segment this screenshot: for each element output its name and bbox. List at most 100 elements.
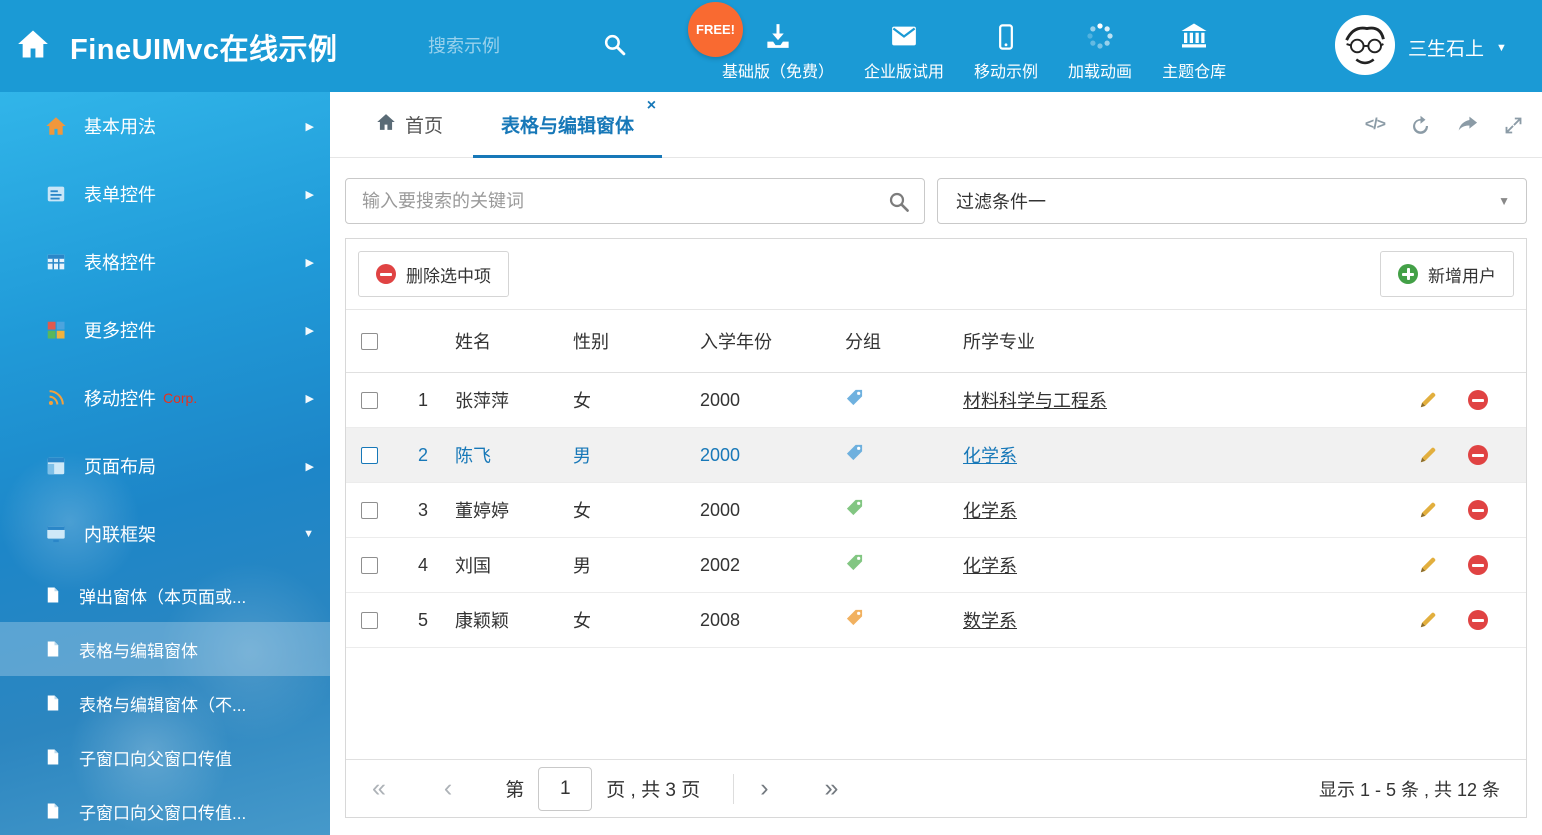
tag-icon	[845, 608, 864, 627]
edit-icon[interactable]	[1418, 445, 1438, 465]
delete-icon[interactable]	[1468, 390, 1488, 410]
top-header: FineUIMvc在线示例 FREE! 基础版（免费） 企业版试用 移动示例	[0, 0, 1542, 92]
sidebar-subitem-grid-edit-window-2[interactable]: 表格与编辑窗体（不...	[0, 676, 330, 730]
tab-grid-edit-window[interactable]: 表格与编辑窗体 ×	[473, 92, 662, 158]
row-actions	[1406, 500, 1526, 520]
row-checkbox[interactable]	[361, 502, 378, 519]
sidebar-item-mobile-controls[interactable]: 移动控件 Corp. ▶	[0, 364, 330, 432]
row-index: 3	[411, 500, 455, 521]
row-year: 2002	[700, 555, 845, 576]
sidebar-item-form-controls[interactable]: 表单控件 ▶	[0, 160, 330, 228]
edit-icon[interactable]	[1418, 500, 1438, 520]
table-row[interactable]: 5 康颖颖 女 2008 数学系	[346, 593, 1526, 648]
table-row[interactable]: 3 董婷婷 女 2000 化学系	[346, 483, 1526, 538]
expand-icon[interactable]	[1503, 115, 1524, 136]
header-search-input[interactable]	[428, 30, 578, 62]
sidebar-subitem-child-to-parent[interactable]: 子窗口向父窗口传值	[0, 730, 330, 784]
sidebar-item-grid-controls[interactable]: 表格控件 ▶	[0, 228, 330, 296]
keyword-input[interactable]	[346, 179, 924, 223]
nav-label: 主题仓库	[1162, 58, 1226, 82]
tab-label: 首页	[405, 111, 443, 138]
nav-item-loading-animation[interactable]: 加载动画	[1068, 11, 1132, 82]
home-icon	[376, 112, 396, 138]
row-actions	[1406, 555, 1526, 575]
delete-icon[interactable]	[1468, 500, 1488, 520]
sidebar-subitem-popup-window[interactable]: 弹出窗体（本页面或...	[0, 568, 330, 622]
column-header-name: 姓名	[455, 328, 573, 354]
app-home-icon[interactable]	[16, 27, 50, 66]
page-number-input[interactable]	[538, 767, 592, 811]
sidebar-item-label: 内联框架	[84, 521, 156, 547]
add-user-label: 新增用户	[1428, 262, 1496, 287]
tag-icon	[845, 553, 864, 572]
caret-down-icon: ▼	[303, 528, 314, 540]
row-checkbox[interactable]	[361, 447, 378, 464]
nav-item-theme-store[interactable]: 主题仓库	[1162, 11, 1226, 82]
nav-item-mobile-demo[interactable]: 移动示例	[974, 11, 1038, 82]
prev-page-icon[interactable]: ‹	[444, 776, 452, 801]
sidebar-item-iframe[interactable]: 内联框架 ▼	[0, 500, 330, 568]
home-icon	[44, 114, 68, 138]
tag-icon	[845, 443, 864, 462]
row-group-cell	[845, 608, 963, 632]
select-all-checkbox[interactable]	[361, 333, 378, 350]
first-page-icon[interactable]: «	[372, 776, 386, 801]
add-user-button[interactable]: 新增用户	[1380, 251, 1514, 297]
sidebar-subitem-grid-edit-window[interactable]: 表格与编辑窗体	[0, 622, 330, 676]
row-major-link[interactable]: 数学系	[963, 611, 1017, 631]
filter-dropdown[interactable]: 过滤条件一 ▼	[937, 178, 1527, 224]
chevron-right-icon: ▶	[306, 460, 314, 473]
code-icon[interactable]: </>	[1365, 116, 1385, 134]
row-year: 2000	[700, 390, 845, 411]
sidebar-item-page-layout[interactable]: 页面布局 ▶	[0, 432, 330, 500]
edit-icon[interactable]	[1418, 390, 1438, 410]
row-checkbox[interactable]	[361, 557, 378, 574]
row-year: 2008	[700, 610, 845, 631]
sidebar-item-basic-usage[interactable]: 基本用法 ▶	[0, 92, 330, 160]
search-icon[interactable]	[887, 190, 911, 219]
sidebar-item-label: 更多控件	[84, 317, 156, 343]
row-index: 2	[411, 445, 455, 466]
delete-icon[interactable]	[1468, 555, 1488, 575]
edit-icon[interactable]	[1418, 610, 1438, 630]
sidebar-subitem-child-to-parent-2[interactable]: 子窗口向父窗口传值...	[0, 784, 330, 835]
row-index: 4	[411, 555, 455, 576]
row-major-link[interactable]: 化学系	[963, 501, 1017, 521]
caret-down-icon: ▼	[1498, 194, 1510, 208]
table-row[interactable]: 4 刘国 男 2002 化学系	[346, 538, 1526, 593]
delete-icon[interactable]	[1468, 610, 1488, 630]
row-gender: 女	[573, 387, 700, 413]
row-major-link[interactable]: 化学系	[963, 446, 1017, 466]
nav-item-enterprise-trial[interactable]: 企业版试用	[864, 11, 944, 82]
user-menu[interactable]: 三生石上 ▼	[1334, 14, 1507, 81]
edit-icon[interactable]	[1418, 555, 1438, 575]
column-header-year: 入学年份	[700, 328, 845, 354]
layout-icon	[44, 454, 68, 478]
last-page-icon[interactable]: »	[825, 776, 839, 801]
divider	[733, 774, 734, 804]
page-suffix: 页 , 共 3 页	[606, 775, 700, 802]
next-page-icon[interactable]: ›	[760, 776, 768, 801]
avatar	[1334, 14, 1396, 81]
sidebar: 基本用法 ▶ 表单控件 ▶ 表格控件 ▶ 更多控件 ▶ 移动控件 Corp. ▶…	[0, 92, 330, 835]
mail-icon	[889, 19, 919, 51]
table-row[interactable]: 1 张萍萍 女 2000 材料科学与工程系	[346, 373, 1526, 428]
delete-icon[interactable]	[1468, 445, 1488, 465]
row-index: 5	[411, 610, 455, 631]
delete-selected-button[interactable]: 删除选中项	[358, 251, 509, 297]
row-major-link[interactable]: 材料科学与工程系	[963, 391, 1107, 411]
share-icon[interactable]	[1456, 114, 1479, 137]
sidebar-item-more-controls[interactable]: 更多控件 ▶	[0, 296, 330, 364]
row-gender: 女	[573, 497, 700, 523]
row-actions	[1406, 390, 1526, 410]
row-major-link[interactable]: 化学系	[963, 556, 1017, 576]
keyword-search-box	[345, 178, 925, 224]
tab-home[interactable]: 首页	[360, 92, 459, 158]
table-body: 1 张萍萍 女 2000 材料科学与工程系 2 陈飞 男 2000 化学系	[346, 373, 1526, 648]
search-icon[interactable]	[602, 32, 627, 62]
row-checkbox[interactable]	[361, 392, 378, 409]
row-checkbox[interactable]	[361, 612, 378, 629]
close-icon[interactable]: ×	[647, 97, 656, 115]
table-row[interactable]: 2 陈飞 男 2000 化学系	[346, 428, 1526, 483]
refresh-icon[interactable]	[1409, 114, 1432, 137]
